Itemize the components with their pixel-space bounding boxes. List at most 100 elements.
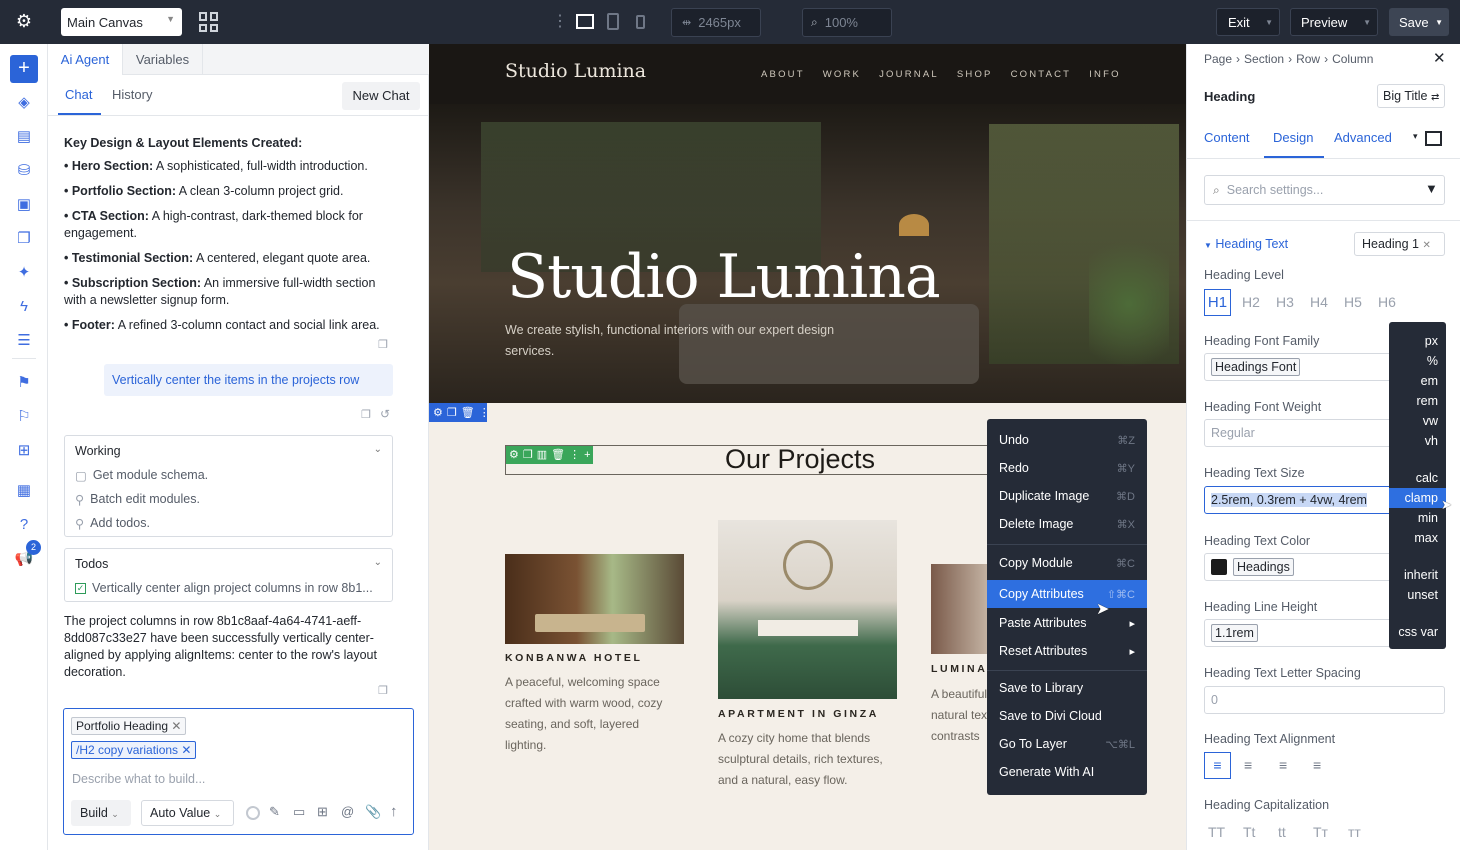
copy-icon[interactable]: ❐	[378, 684, 388, 697]
caps-uppercase[interactable]: TT	[1208, 824, 1225, 840]
unit-option[interactable]: calc	[1388, 468, 1438, 488]
line-height-input[interactable]: 1.1rem	[1204, 619, 1394, 647]
copy-icon[interactable]: ❐	[12, 226, 36, 250]
menu-item-undo[interactable]: Undo ⌘Z	[987, 426, 1147, 454]
preview-button[interactable]: Preview ▼	[1290, 8, 1378, 36]
font-weight-select[interactable]: Regular	[1204, 419, 1394, 447]
mention-icon[interactable]: @	[341, 804, 354, 819]
align-justify-button[interactable]: ≡	[1313, 757, 1321, 773]
auto-value-select[interactable]: Auto Value ⌄	[141, 800, 234, 826]
menu-item-redo[interactable]: Redo ⌘Y	[987, 454, 1147, 482]
caps-lowercase[interactable]: tt	[1278, 824, 1286, 840]
settings-gear-icon[interactable]: ⚙	[14, 11, 34, 31]
unit-option[interactable]: px	[1388, 331, 1438, 351]
align-left-button[interactable]: ≡	[1204, 752, 1231, 779]
caps-capitalize[interactable]: Tt	[1243, 824, 1255, 840]
nav-item[interactable]: JOURNAL	[879, 69, 939, 80]
project-title[interactable]: KONBANWA HOTEL	[505, 652, 643, 664]
menu-item-paste-attributes[interactable]: Paste Attributes ▸	[987, 609, 1147, 637]
close-icon[interactable]: ✕	[181, 743, 191, 757]
composer[interactable]: Portfolio Heading ✕ /H2 copy variations …	[63, 708, 414, 835]
letter-spacing-input[interactable]: 0	[1204, 686, 1445, 714]
section-heading[interactable]: Our Projects	[725, 444, 875, 475]
breadcrumb-item[interactable]: Column	[1332, 52, 1373, 66]
tab-ai-agent[interactable]: Ai Agent	[48, 44, 123, 75]
grid-view-icon[interactable]	[199, 12, 219, 32]
site-logo[interactable]: Studio Lumina	[505, 60, 646, 82]
page-settings-icon[interactable]: ▣	[12, 192, 36, 216]
section-toolbar[interactable]: ⚙ ❐ 🗑 ⋮	[429, 403, 490, 422]
caps-small-caps[interactable]: Tт	[1313, 824, 1328, 840]
save-button[interactable]: Save ▼	[1389, 8, 1449, 36]
module-icon[interactable]: ▭	[293, 804, 305, 820]
menu-item-go-to-layer[interactable]: Go To Layer ⌥⌘L	[987, 730, 1147, 758]
menu-item-copy-attributes[interactable]: Copy Attributes ⇧⌘C	[987, 580, 1147, 608]
unit-option[interactable]: min	[1388, 508, 1438, 528]
project-image[interactable]	[718, 520, 897, 699]
more-vertical-icon[interactable]: ⋮	[552, 12, 568, 32]
heading-level-h5[interactable]: H5	[1344, 294, 1362, 310]
menu-item-copy-module[interactable]: Copy Module ⌘C	[987, 549, 1147, 577]
close-icon[interactable]: ✕	[1433, 49, 1446, 67]
context-chip[interactable]: Portfolio Heading ✕	[71, 717, 187, 735]
unit-option[interactable]: max	[1388, 528, 1438, 548]
hero-section[interactable]: Studio Lumina We create stylish, functio…	[429, 104, 1186, 403]
lightning-icon[interactable]: ϟ	[12, 294, 36, 318]
retry-icon[interactable]: ↺	[380, 407, 390, 421]
attach-icon[interactable]: 📎	[365, 804, 381, 820]
pages-icon[interactable]: ▤	[12, 124, 36, 148]
unit-option[interactable]: inherit	[1388, 565, 1438, 585]
canvas-width-field[interactable]: ⇹ 2465px	[671, 8, 761, 37]
desktop-view-icon[interactable]	[1425, 131, 1442, 146]
unit-option[interactable]: unset	[1388, 585, 1438, 605]
theme-builder-icon[interactable]: ⚑	[12, 370, 36, 394]
tab-variables[interactable]: Variables	[123, 44, 203, 75]
unit-option[interactable]: rem	[1388, 391, 1438, 411]
unit-option[interactable]: %	[1388, 351, 1438, 371]
text-color-picker[interactable]: Headings	[1204, 553, 1394, 581]
menu-item-save-to-divi-cloud[interactable]: Save to Divi Cloud	[987, 702, 1147, 730]
project-image[interactable]	[931, 564, 991, 654]
project-title[interactable]: LUMINA	[931, 663, 987, 675]
heading-level-h2[interactable]: H2	[1242, 294, 1260, 310]
ai-sparkle-icon[interactable]: ✦	[12, 260, 36, 284]
project-title[interactable]: APARTMENT IN GINZA	[718, 708, 879, 720]
layout-icon[interactable]: ⊞	[317, 804, 328, 820]
heading-level-h6[interactable]: H6	[1378, 294, 1396, 310]
hero-subtitle[interactable]: We create stylish, functional interiors …	[505, 320, 875, 362]
heading-level-h4[interactable]: H4	[1310, 294, 1328, 310]
font-family-select[interactable]: Headings Font	[1204, 353, 1394, 381]
nav-item[interactable]: INFO	[1089, 69, 1121, 80]
tab-advanced[interactable]: Advanced	[1334, 130, 1392, 145]
copy-icon[interactable]: ❐	[378, 338, 388, 351]
align-right-button[interactable]: ≡	[1279, 757, 1287, 773]
edit-icon[interactable]: ✎	[269, 804, 280, 820]
database-icon[interactable]: ⛁	[12, 158, 36, 182]
menu-item-duplicate-image[interactable]: Duplicate Image ⌘D	[987, 482, 1147, 510]
close-icon[interactable]: ✕	[171, 719, 181, 733]
phone-view-icon[interactable]	[636, 15, 645, 29]
heading-level-h3[interactable]: H3	[1276, 294, 1294, 310]
breadcrumb-item[interactable]: Row	[1296, 52, 1320, 66]
breadcrumb-item[interactable]: Section	[1244, 52, 1284, 66]
unit-option[interactable]: vh	[1388, 431, 1438, 451]
exit-button[interactable]: Exit ▼	[1216, 8, 1280, 36]
chevron-down-icon[interactable]: ⌄	[374, 444, 382, 455]
zoom-field[interactable]: ⌕ 100%	[802, 8, 892, 37]
menu-item-save-to-library[interactable]: Save to Library	[987, 674, 1147, 702]
menu-item-generate-with-ai[interactable]: Generate With AI	[987, 758, 1147, 786]
caps-none[interactable]: ᴛᴛ	[1348, 824, 1361, 840]
align-center-button[interactable]: ≡	[1244, 757, 1252, 773]
unit-option-selected[interactable]: clamp	[1389, 488, 1446, 508]
subtab-history[interactable]: History	[112, 87, 152, 102]
menu-item-delete-image[interactable]: Delete Image ⌘X	[987, 510, 1147, 538]
search-settings-input[interactable]: ⌕ Search settings...	[1204, 175, 1445, 205]
list-icon[interactable]: ☰	[12, 328, 36, 352]
project-image[interactable]	[505, 554, 684, 644]
menu-item-reset-attributes[interactable]: Reset Attributes ▸	[987, 637, 1147, 665]
context-chip[interactable]: /H2 copy variations ✕	[71, 741, 197, 759]
heading-level-h1[interactable]: H1	[1204, 289, 1231, 316]
subtab-chat[interactable]: Chat	[65, 87, 92, 102]
filter-icon[interactable]: ▼	[1425, 181, 1438, 196]
group-toggle[interactable]: ▼ Heading Text	[1204, 237, 1288, 251]
